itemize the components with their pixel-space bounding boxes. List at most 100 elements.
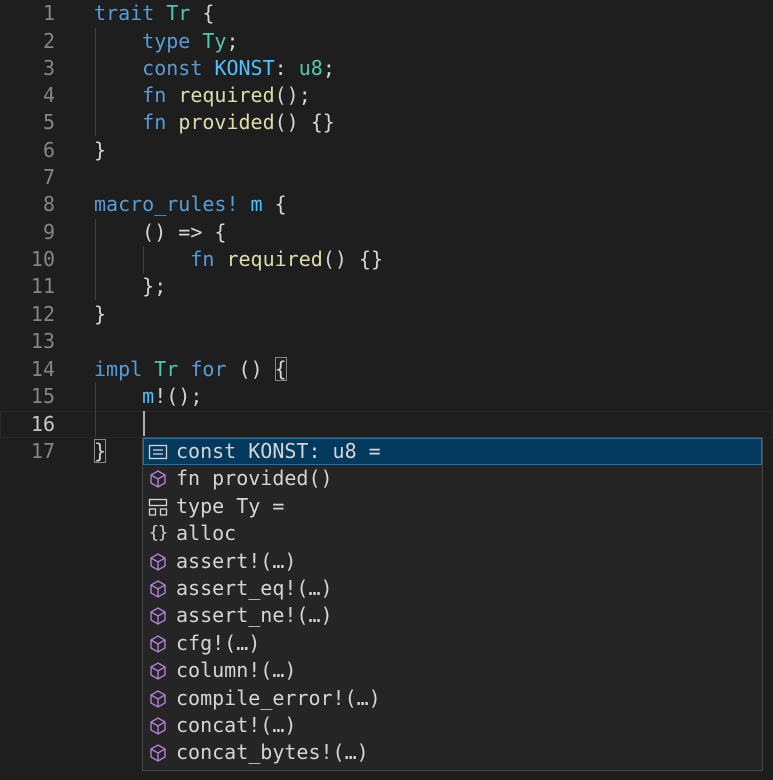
code-token: fn [142, 83, 167, 107]
suggestion-label: fn provided() [176, 466, 333, 491]
suggestion-label: type Ty = [176, 493, 285, 518]
line-number: 13 [30, 329, 55, 353]
autocomplete-suggestion-list[interactable]: const KONST: u8 = fn provided() type Ty ={… [142, 437, 763, 771]
line-number: 1 [42, 1, 55, 25]
code-line[interactable]: 15 m!(); [0, 383, 773, 410]
code-text: } [94, 301, 106, 328]
code-token: required [178, 83, 275, 107]
code-line[interactable]: 1 trait Tr { [0, 0, 773, 27]
suggestion-item[interactable]: const KONST: u8 = [143, 438, 762, 466]
code-line[interactable]: 2 type Ty; [0, 28, 773, 55]
suggestion-label: concat_bytes!(…) [176, 740, 369, 765]
method-cube-icon [147, 661, 169, 681]
type-alias-icon [147, 497, 169, 517]
suggestion-item[interactable]: column!(…) [143, 657, 762, 684]
line-number: 9 [42, 220, 55, 244]
line-number: 8 [42, 192, 55, 216]
code-line[interactable]: 9 () => { [0, 219, 773, 246]
code-token: const [142, 56, 203, 80]
code-token: for [190, 357, 227, 381]
code-line[interactable]: 12} [0, 301, 773, 328]
code-token: m [250, 192, 263, 216]
code-text: } [94, 438, 107, 465]
line-number: 16 [30, 412, 55, 436]
line-number: 17 [30, 439, 55, 463]
text-cursor [143, 411, 145, 436]
code-line[interactable]: 5 fn provided() {} [0, 109, 773, 136]
code-line[interactable]: 6} [0, 137, 773, 164]
matched-bracket: } [94, 439, 107, 463]
code-line[interactable]: 8 macro_rules! m { [0, 191, 773, 218]
suggestion-label: assert!(…) [176, 548, 297, 573]
code-token: }; [94, 274, 167, 298]
suggestion-label: concat!(…) [176, 712, 297, 737]
code-token: !(); [154, 384, 203, 408]
suggestion-item[interactable]: assert_eq!(…) [143, 575, 762, 602]
code-line[interactable]: 4 fn required(); [0, 82, 773, 109]
line-number: 2 [42, 29, 55, 53]
suggestion-label: cfg!(…) [176, 630, 261, 655]
line-number: 5 [42, 110, 55, 134]
suggestion-item[interactable]: concat!(…) [143, 712, 762, 739]
suggestion-item[interactable]: compile_error!(…) [143, 685, 762, 712]
suggestion-label: assert_ne!(…) [176, 603, 333, 628]
suggestion-item[interactable]: type Ty = [143, 493, 762, 520]
suggestion-item[interactable]: {} alloc [143, 520, 762, 547]
code-token: type [142, 29, 191, 53]
code-text: () => { [94, 219, 226, 246]
method-cube-icon [147, 469, 169, 489]
code-text: macro_rules! m { [94, 191, 287, 218]
line-number: 10 [30, 247, 55, 271]
method-cube-icon [147, 743, 169, 763]
indent-guide [95, 28, 96, 136]
indent-guide [143, 246, 144, 273]
code-text: trait Tr { [94, 0, 214, 27]
code-text: fn required(); [94, 82, 311, 109]
code-token: u8 [298, 56, 323, 80]
code-line[interactable]: 7 [0, 164, 773, 191]
code-editor[interactable]: 1 trait Tr {2 type Ty; 3 const KONST: u8; 4… [0, 0, 773, 780]
code-token: () {} [274, 110, 335, 134]
code-token: { [190, 1, 215, 25]
line-number: 14 [30, 357, 55, 381]
indent-guide [95, 383, 96, 437]
code-token: m [142, 384, 155, 408]
code-token: Tr [166, 1, 191, 25]
code-line[interactable]: 14 impl Tr for () { [0, 356, 773, 383]
suggestion-item[interactable]: concat_bytes!(…) [143, 739, 762, 766]
suggestion-label: column!(…) [176, 658, 297, 683]
code-token: impl [94, 357, 143, 381]
line-number: 15 [30, 384, 55, 408]
line-number: 7 [42, 165, 55, 189]
code-token: provided [178, 110, 275, 134]
code-token: () [226, 357, 275, 381]
code-token: trait [94, 1, 155, 25]
code-line[interactable]: 3 const KONST: u8; [0, 55, 773, 82]
method-cube-icon [147, 579, 169, 599]
code-token: macro_rules! [94, 192, 239, 216]
code-token: : [274, 56, 299, 80]
code-text: } [94, 137, 106, 164]
suggestion-item[interactable]: assert_ne!(…) [143, 602, 762, 629]
constant-icon [147, 442, 169, 462]
code-token: fn [190, 247, 215, 271]
code-line[interactable]: 10 fn required() {} [0, 246, 773, 273]
code-line[interactable]: 16 [0, 411, 773, 438]
line-number: 4 [42, 83, 55, 107]
code-line[interactable]: 13 [0, 328, 773, 355]
suggestion-item[interactable]: cfg!(…) [143, 630, 762, 657]
suggestion-label: assert_eq!(…) [176, 575, 333, 600]
code-line[interactable]: 11 }; [0, 273, 773, 300]
suggestion-item[interactable]: fn provided() [143, 465, 762, 492]
code-token: ; [226, 29, 239, 53]
line-number: 3 [42, 56, 55, 80]
suggestion-item[interactable]: assert!(…) [143, 548, 762, 575]
code-text: impl Tr for () { [94, 356, 287, 383]
method-cube-icon [147, 552, 169, 572]
